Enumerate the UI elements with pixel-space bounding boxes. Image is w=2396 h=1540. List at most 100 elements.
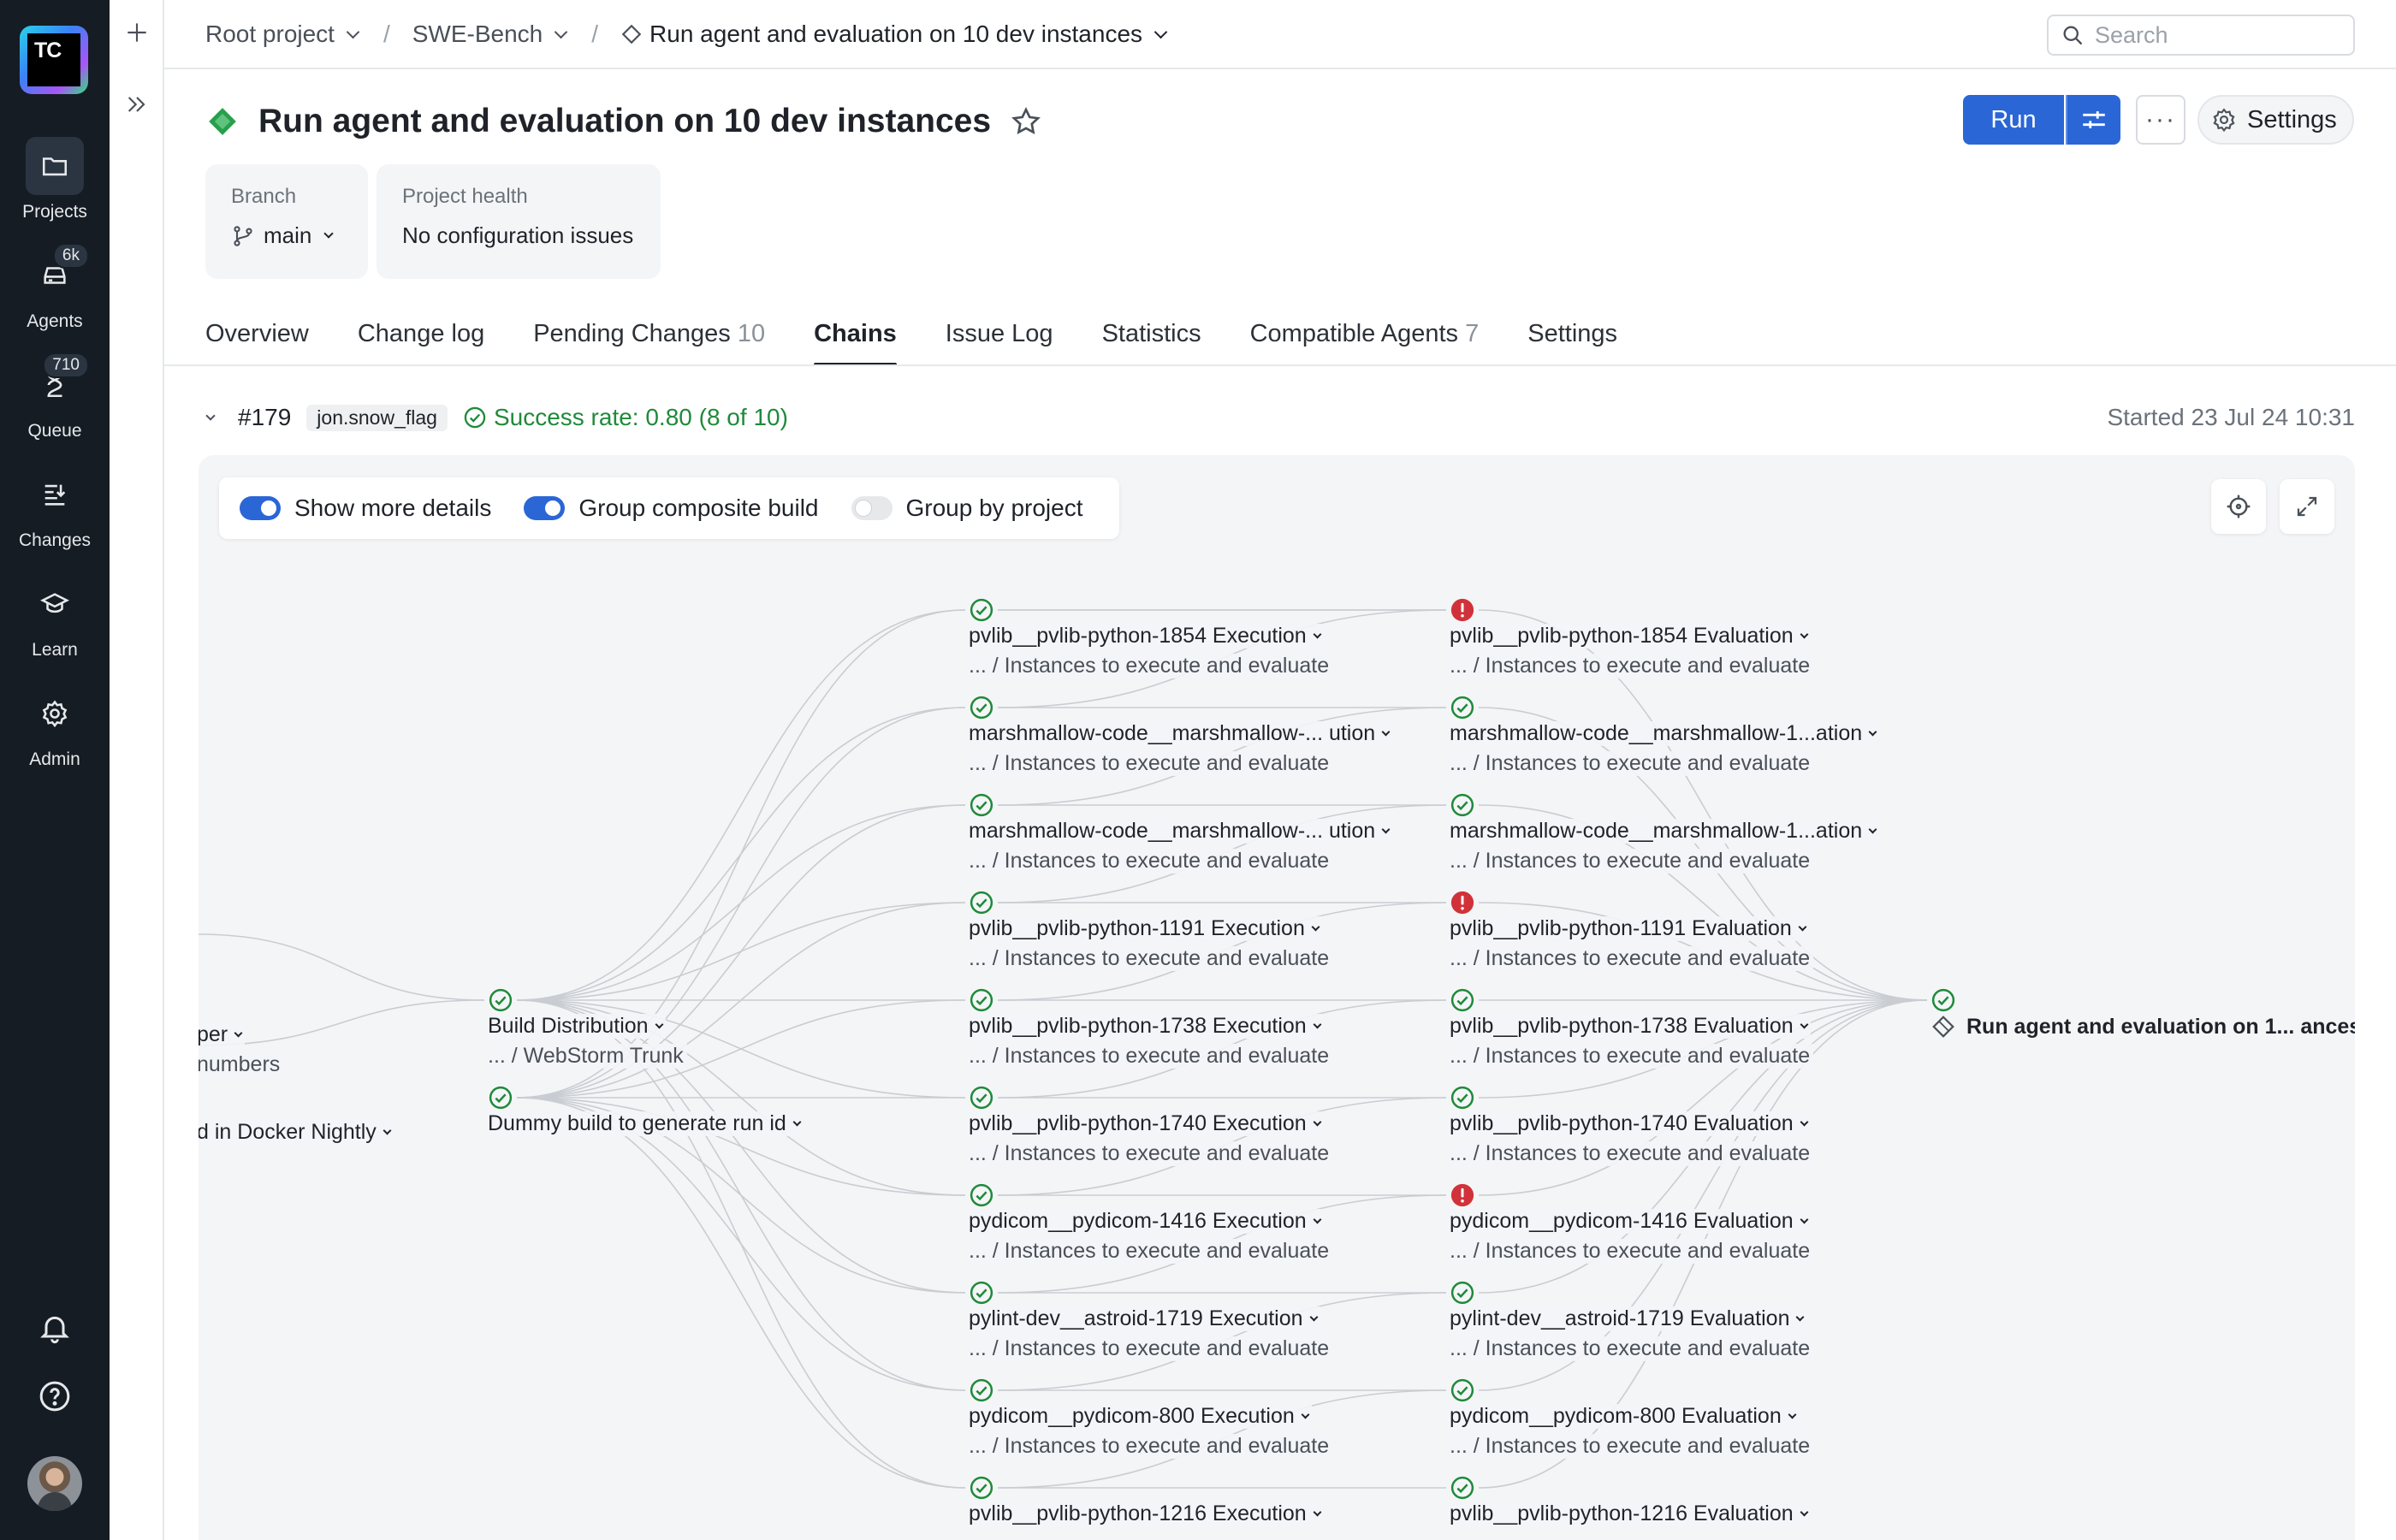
plus-icon[interactable] xyxy=(123,19,151,50)
settings-button[interactable]: Settings xyxy=(2197,95,2354,145)
changes-icon xyxy=(26,465,84,524)
teamcity-logo[interactable]: TC xyxy=(20,26,88,94)
toggle-group-composite-build[interactable]: Group composite build xyxy=(524,495,819,522)
build-number[interactable]: #179 xyxy=(238,404,291,431)
switch-on[interactable] xyxy=(524,496,566,520)
chevron-down-icon xyxy=(1313,630,1322,639)
notifications-bell-icon[interactable] xyxy=(0,1311,110,1345)
collapse-chevron-icon[interactable] xyxy=(205,410,216,421)
tab-chains[interactable]: Chains xyxy=(814,320,897,366)
node-name-text: pylint-dev__astroid-1719 Execution xyxy=(969,1306,1303,1330)
breadcrumb-current-build[interactable]: Run agent and evaluation on 10 dev insta… xyxy=(620,21,1169,48)
rail-item-admin[interactable]: Admin xyxy=(0,684,110,770)
build-tag[interactable]: jon.snow_flag xyxy=(306,404,448,431)
star-icon[interactable] xyxy=(1010,105,1042,138)
tab-statistics[interactable]: Statistics xyxy=(1102,320,1201,366)
tab-compatible-agents[interactable]: Compatible Agents 7 xyxy=(1250,320,1480,366)
search-input[interactable]: Search xyxy=(2047,15,2355,56)
node-name-text: pydicom__pydicom-800 Execution xyxy=(969,1404,1295,1428)
node-name-text: d in Docker Nightly xyxy=(199,1120,377,1144)
rail-item-label: Projects xyxy=(22,202,87,222)
success-check-icon xyxy=(1450,695,1475,725)
breadcrumb-separator: / xyxy=(383,21,390,47)
node-subtitle: ... / Instances to execute and evaluate xyxy=(1450,1336,1814,1361)
expand-sidebar-icon[interactable] xyxy=(123,91,151,122)
breadcrumb-root-project[interactable]: Root project xyxy=(205,21,361,48)
tab-issue-log[interactable]: Issue Log xyxy=(946,320,1053,366)
tab-label: Compatible Agents xyxy=(1249,320,1459,347)
fullscreen-button[interactable] xyxy=(2280,479,2334,534)
chevron-down-icon xyxy=(1313,1215,1322,1224)
graph-options: Show more details Group composite build … xyxy=(219,477,1119,539)
success-check-icon xyxy=(969,597,994,627)
breadcrumb-separator: / xyxy=(591,21,599,47)
agents-icon: 6k xyxy=(26,243,89,305)
node-name: pvlib__pvlib-python-1191 Execution xyxy=(969,916,1322,941)
settings-label: Settings xyxy=(2247,105,2337,133)
breadcrumb-label: SWE-Bench xyxy=(412,21,543,47)
header-divider xyxy=(164,68,2396,69)
tab-change-log[interactable]: Change log xyxy=(358,320,484,366)
node-name-text: pydicom__pydicom-1416 Evaluation xyxy=(1450,1209,1794,1233)
rail-item-label: Changes xyxy=(18,530,92,550)
node-name-text: per xyxy=(199,1022,228,1046)
graph-edge xyxy=(199,933,485,1001)
success-check-icon xyxy=(1450,1377,1475,1407)
run-custom-build-button[interactable] xyxy=(2066,95,2120,145)
success-check-icon xyxy=(969,890,994,920)
chevron-down-icon xyxy=(1796,1312,1805,1322)
graph-edge xyxy=(516,999,966,1489)
node-name-text: pylint-dev__astroid-1719 Evaluation xyxy=(1450,1306,1790,1330)
rail-item-queue[interactable]: 710 Queue xyxy=(0,352,110,441)
page-title: Run agent and evaluation on 10 dev insta… xyxy=(258,103,992,139)
run-button[interactable]: Run xyxy=(1963,95,2064,145)
rail-item-agents[interactable]: 6k Agents xyxy=(0,243,110,332)
project-health-label: Project health xyxy=(402,185,528,208)
tab-settings[interactable]: Settings xyxy=(1527,320,1617,366)
rail-item-learn[interactable]: Learn xyxy=(0,575,110,660)
more-actions-button[interactable]: ··· xyxy=(2136,95,2185,145)
switch-off[interactable] xyxy=(851,496,893,520)
toggle-show-more-details[interactable]: Show more details xyxy=(240,495,491,522)
rail-item-label: Learn xyxy=(32,640,78,660)
node-name: pydicom__pydicom-1416 Execution xyxy=(969,1209,1324,1234)
tab-count: 10 xyxy=(737,320,766,347)
node-name: marshmallow-code__marshmallow-... ution xyxy=(969,721,1393,746)
build-config-diamond-icon xyxy=(621,24,642,44)
chevron-down-icon xyxy=(1381,727,1391,737)
chevron-down-icon xyxy=(655,1020,664,1029)
success-check-icon xyxy=(969,695,994,725)
node-name: Dummy build to generate run id xyxy=(488,1111,804,1136)
started-timestamp: Started 23 Jul 24 10:31 xyxy=(2107,404,2355,430)
tab-overview[interactable]: Overview xyxy=(205,320,309,366)
branch-card[interactable]: Branch main xyxy=(205,164,368,279)
tab-pending-changes[interactable]: Pending Changes 10 xyxy=(533,320,765,366)
toggle-group-by-project[interactable]: Group by project xyxy=(851,495,1083,522)
rail-item-changes[interactable]: Changes xyxy=(0,465,110,551)
success-check-icon xyxy=(969,1475,994,1505)
graph-edge xyxy=(516,902,966,1001)
chevron-down-icon xyxy=(1313,1117,1322,1127)
focus-button[interactable] xyxy=(2211,479,2266,534)
user-avatar[interactable] xyxy=(27,1456,82,1511)
success-check-icon xyxy=(969,792,994,822)
chevron-down-icon xyxy=(1868,727,1877,737)
chevron-down-icon xyxy=(1800,1215,1809,1224)
help-icon[interactable] xyxy=(0,1379,110,1413)
node-subtitle: ... / Instances to execute and evaluate xyxy=(1450,1141,1814,1166)
tab-bar: Overview Change log Pending Changes 10 C… xyxy=(205,320,1666,366)
main-navigation-rail: TC Projects 6k Agents 710 Queue Changes … xyxy=(0,0,110,1540)
node-subtitle: ... / Instances to execute and evaluate xyxy=(969,1239,1333,1264)
breadcrumb-swe-bench[interactable]: SWE-Bench xyxy=(412,21,570,48)
success-rate: Success rate: 0.80 (8 of 10) xyxy=(463,404,788,431)
header-actions: Run ··· Settings xyxy=(1963,95,2354,145)
toggle-label: Group by project xyxy=(905,495,1083,521)
chevron-down-icon xyxy=(323,228,335,239)
switch-on[interactable] xyxy=(240,496,281,520)
chevron-down-icon xyxy=(234,1028,243,1038)
graph-edge xyxy=(516,804,966,1001)
rail-item-projects[interactable]: Projects xyxy=(0,137,110,222)
node-name: marshmallow-code__marshmallow-1...ation xyxy=(1450,721,1880,746)
project-health-card[interactable]: Project health No configuration issues xyxy=(377,164,661,279)
chain-graph[interactable]: Show more details Group composite build … xyxy=(199,455,2355,1540)
